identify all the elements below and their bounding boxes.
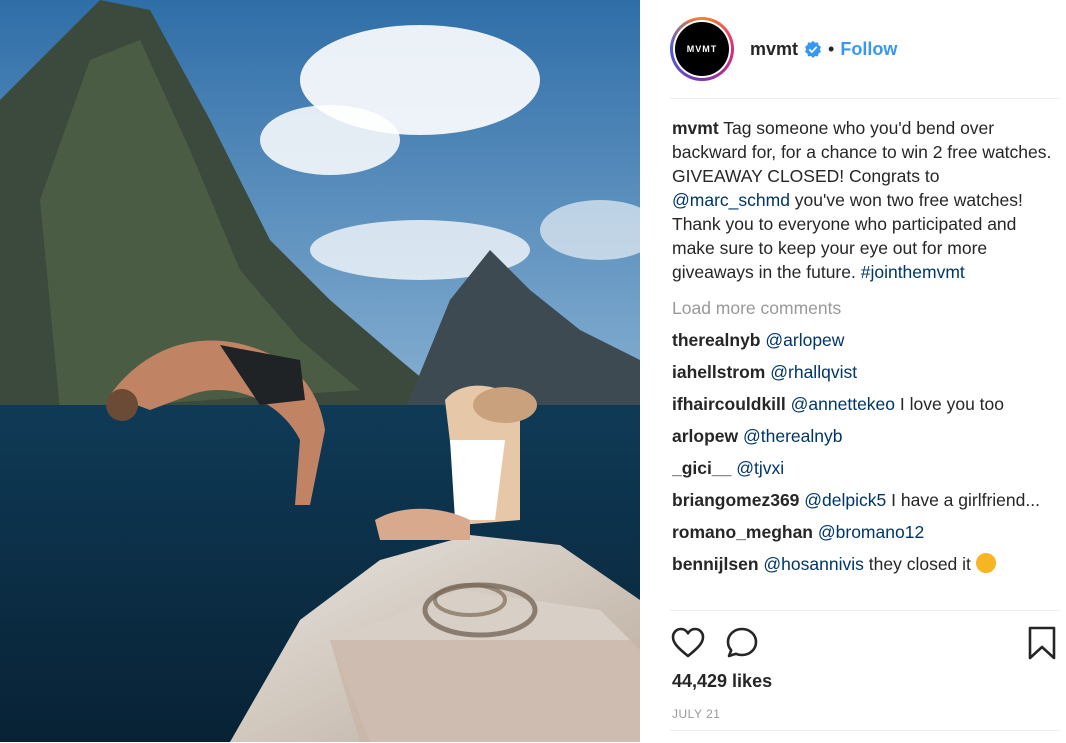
comments-section[interactable]: mvmt Tag someone who you'd bend over bac… xyxy=(672,116,1060,610)
post-sidebar: MVMT mvmt • Follow mvmt Tag someone who … xyxy=(640,0,1066,742)
avatar-logo: MVMT xyxy=(675,22,729,76)
comment-item: ifhaircouldkill @annettekeo I love you t… xyxy=(672,392,1060,416)
comment-username[interactable]: romano_meghan xyxy=(672,522,813,542)
bookmark-icon[interactable] xyxy=(1024,625,1060,661)
comment-mention[interactable]: @annettekeo xyxy=(791,394,895,414)
caption-text: Tag someone who you'd bend over backward… xyxy=(672,118,1052,186)
comment-item: arlopew @therealnyb xyxy=(672,424,1060,448)
divider xyxy=(670,730,1060,731)
comment-text: I have a girlfriend... xyxy=(886,490,1040,510)
caption-hashtag[interactable]: #jointhemvmt xyxy=(861,262,965,282)
comment-mention[interactable]: @arlopew xyxy=(765,330,844,350)
comment-mention[interactable]: @hosannivis xyxy=(763,554,863,574)
heart-icon[interactable] xyxy=(670,625,706,661)
comment-username[interactable]: arlopew xyxy=(672,426,738,446)
comment-mention[interactable]: @therealnyb xyxy=(743,426,843,446)
post-header: MVMT mvmt • Follow xyxy=(670,0,1060,99)
comment-mention[interactable]: @bromano12 xyxy=(818,522,924,542)
comment-text: I love you too xyxy=(895,394,1004,414)
comment-username[interactable]: therealnyb xyxy=(672,330,761,350)
emoji-icon xyxy=(975,553,996,573)
comment-username[interactable]: bennijlsen xyxy=(672,554,759,574)
post-photo[interactable] xyxy=(0,0,640,742)
comment-mention[interactable]: @tjvxi xyxy=(736,458,784,478)
caption-username[interactable]: mvmt xyxy=(672,118,719,138)
comment-username[interactable]: briangomez369 xyxy=(672,490,799,510)
comment-username[interactable]: iahellstrom xyxy=(672,362,765,382)
likes-count[interactable]: 44,429 likes xyxy=(672,671,772,692)
verified-icon xyxy=(805,40,821,58)
comment-item: bennijlsen @hosannivis they closed it xyxy=(672,552,1060,576)
comment-item: romano_meghan @bromano12 xyxy=(672,520,1060,544)
post-date[interactable]: JULY 21 xyxy=(672,707,720,721)
avatar[interactable]: MVMT xyxy=(670,17,734,81)
comment-item: therealnyb @arlopew xyxy=(672,328,1060,352)
comment-item: iahellstrom @rhallqvist xyxy=(672,360,1060,384)
load-more-comments-button[interactable]: Load more comments xyxy=(672,296,1060,320)
comment-mention[interactable]: @delpick5 xyxy=(804,490,886,510)
post-caption: mvmt Tag someone who you'd bend over bac… xyxy=(672,116,1060,284)
comment-username[interactable]: ifhaircouldkill xyxy=(672,394,786,414)
comment-icon[interactable] xyxy=(724,625,760,661)
comment-item: _gici__ @tjvxi xyxy=(672,456,1060,480)
instagram-post: MVMT mvmt • Follow mvmt Tag someone who … xyxy=(0,0,1066,742)
comment-item: briangomez369 @delpick5 I have a girlfri… xyxy=(672,488,1060,512)
account-username[interactable]: mvmt xyxy=(750,39,798,60)
post-actions: 44,429 likes JULY 21 xyxy=(670,610,1060,743)
caption-mention[interactable]: @marc_schmd xyxy=(672,190,790,210)
separator-dot: • xyxy=(828,38,835,59)
comment-text: they closed it xyxy=(863,554,976,574)
comment-mention[interactable]: @rhallqvist xyxy=(770,362,857,382)
comment-username[interactable]: _gici__ xyxy=(672,458,731,478)
follow-button[interactable]: Follow xyxy=(840,39,897,60)
